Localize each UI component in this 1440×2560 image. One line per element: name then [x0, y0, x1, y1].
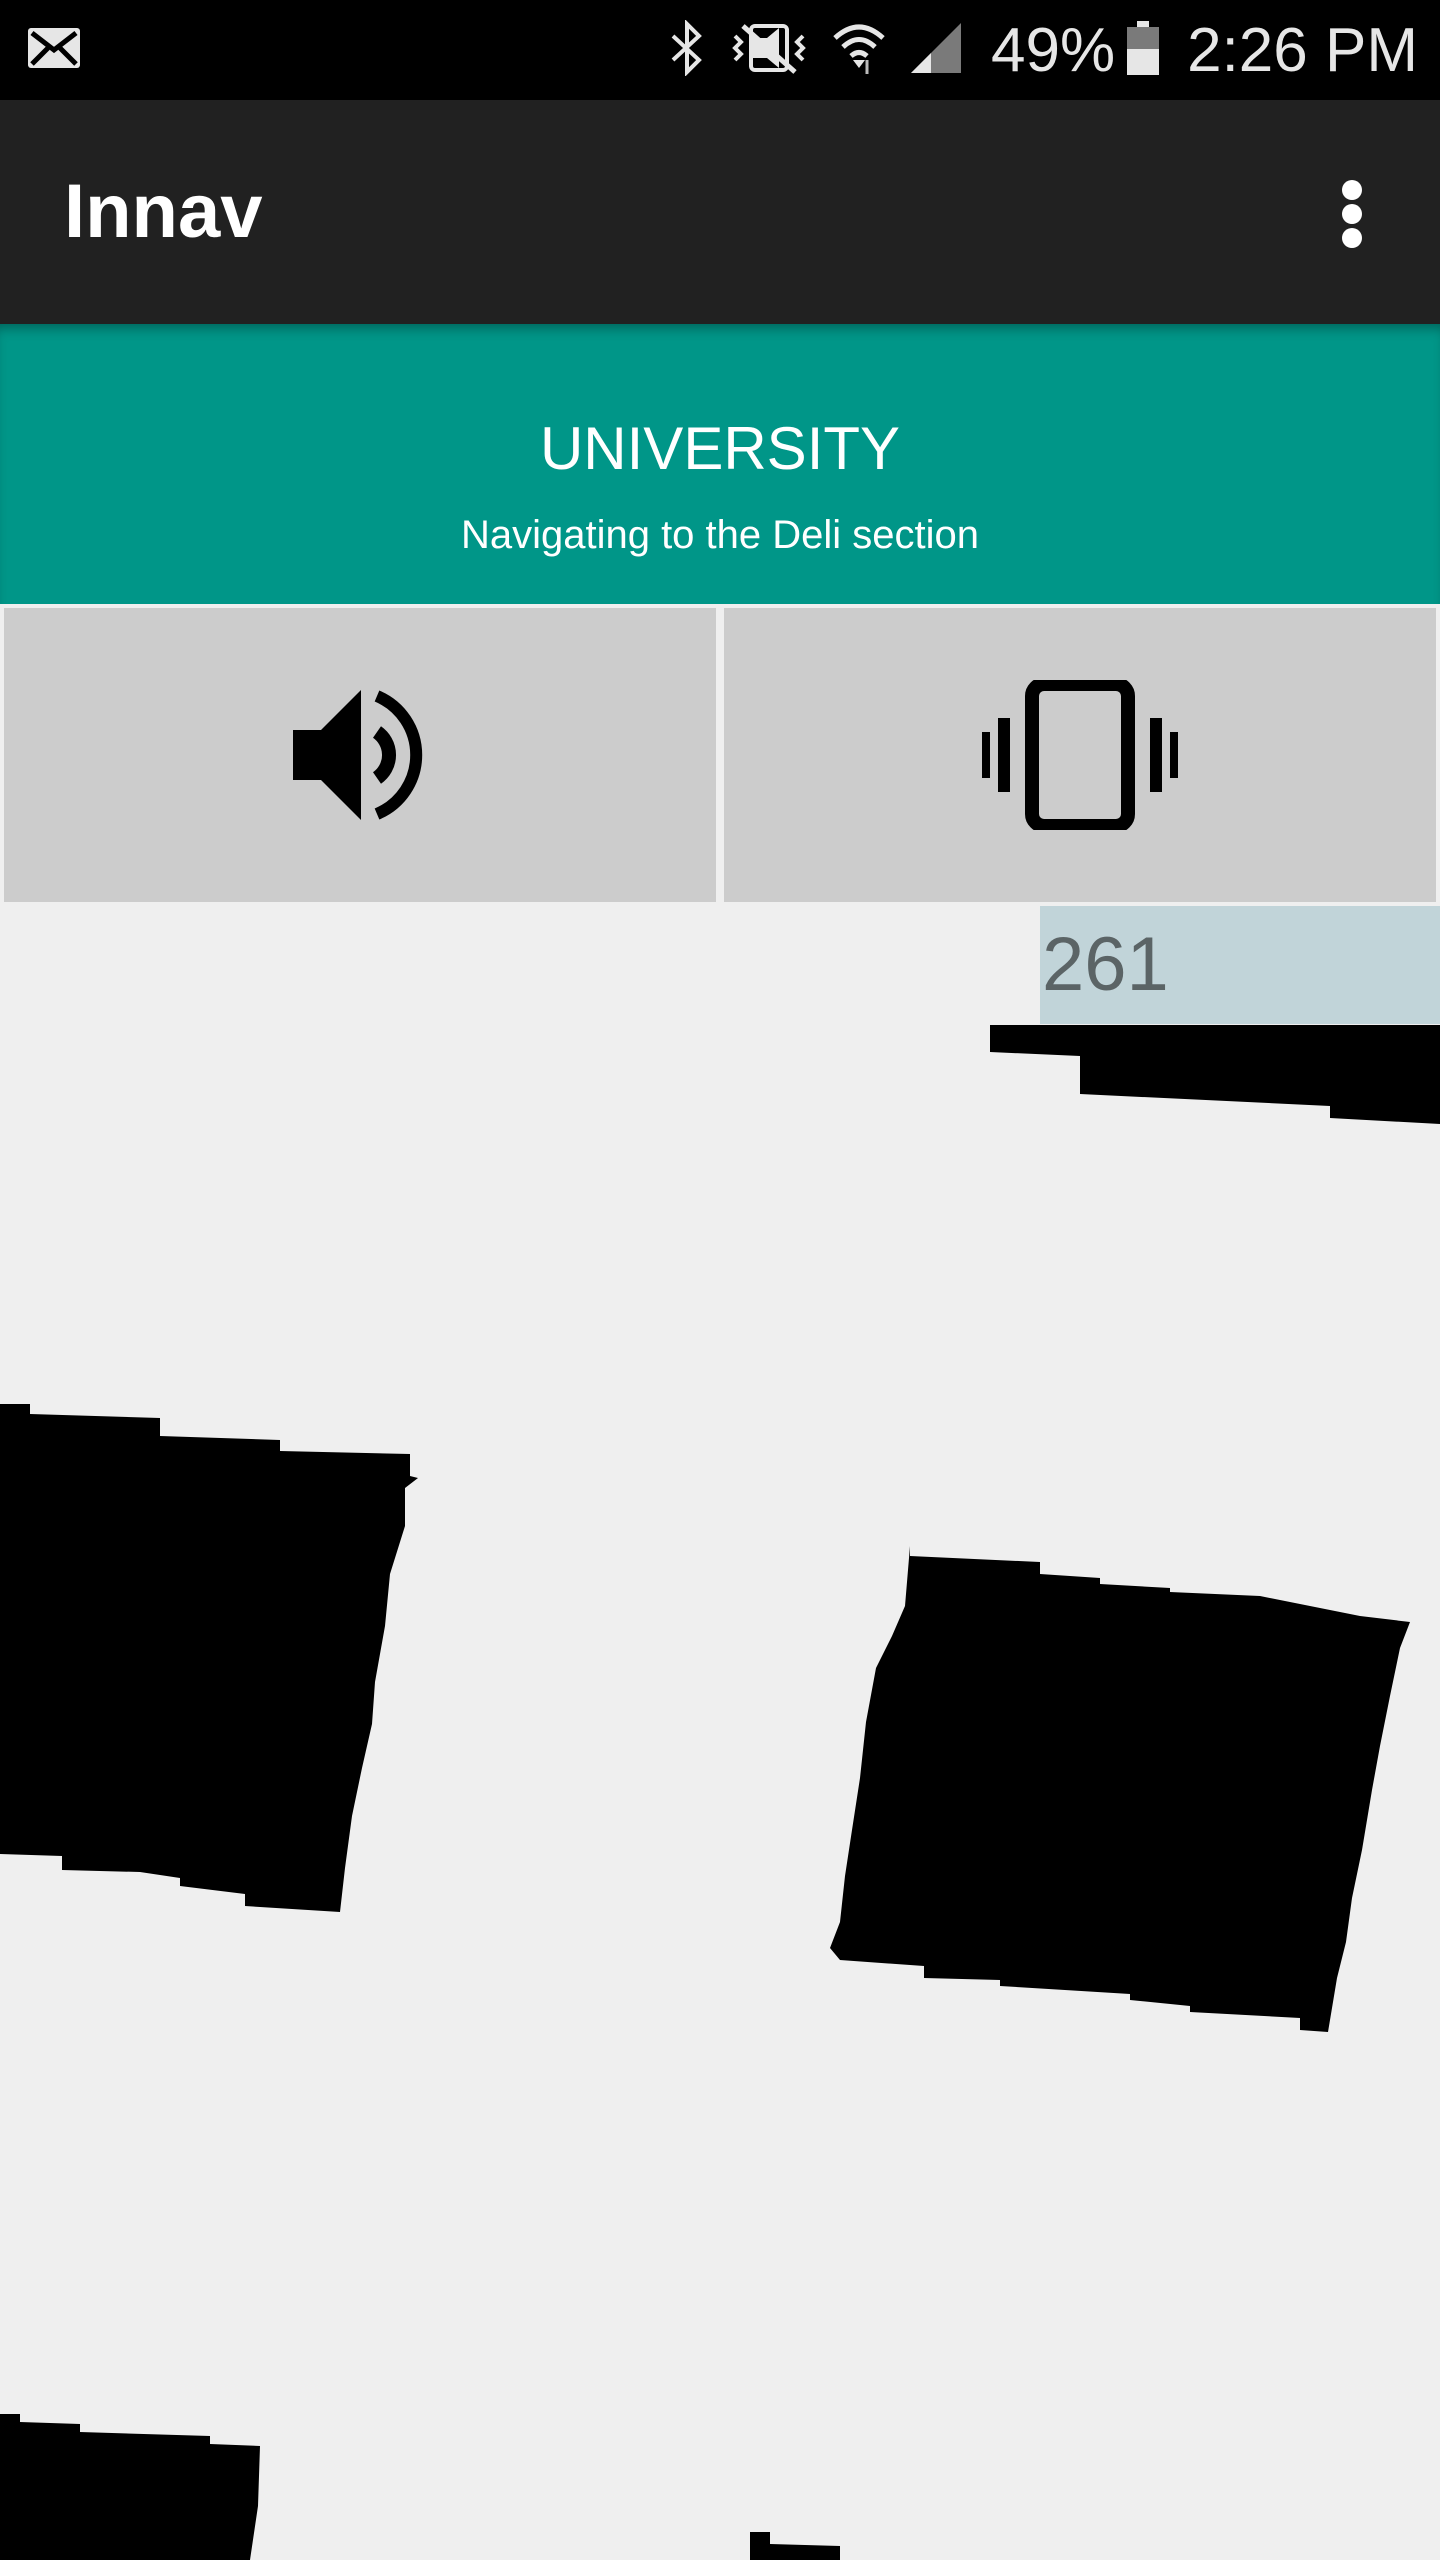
app-title: Innav: [64, 169, 263, 254]
screen: 49% 2:26 PM Innav UNIVERSITY Navigating …: [0, 0, 1440, 2560]
map-canvas: [0, 1025, 1440, 2560]
store-map[interactable]: 261: [0, 906, 1440, 2560]
shelf: [750, 2532, 840, 2560]
wifi-icon: [831, 20, 887, 81]
battery-icon: [1125, 19, 1161, 82]
store-name: UNIVERSITY: [539, 415, 901, 482]
signal-icon: [909, 21, 963, 80]
feedback-mode-buttons: [0, 604, 1440, 906]
navigation-status: Navigating to the Deli section: [460, 513, 980, 557]
battery-percent: 49%: [991, 15, 1116, 85]
status-icons: 49% 2:26 PM: [645, 0, 1418, 100]
bluetooth-icon: [667, 18, 707, 81]
more-vert-icon[interactable]: [1322, 174, 1382, 254]
vibrate-mute-icon: [729, 20, 809, 81]
destination-banner: UNIVERSITY Navigating to the Deli sectio…: [0, 324, 1440, 604]
status-bar: 49% 2:26 PM: [0, 0, 1440, 100]
vibrate-icon: [982, 680, 1178, 830]
action-bar: Innav: [0, 100, 1440, 324]
distance-value: 261: [1042, 922, 1169, 1007]
distance-display: 261: [1040, 906, 1440, 1024]
sound-mode-button[interactable]: [4, 608, 716, 902]
shelf: [0, 2414, 260, 2560]
email-icon: [26, 26, 82, 75]
clock: 2:26 PM: [1187, 15, 1418, 85]
vibrate-mode-button[interactable]: [724, 608, 1436, 902]
shelf: [0, 1404, 418, 1912]
speaker-icon: [293, 690, 423, 820]
shelf: [830, 1546, 1410, 2032]
shelf: [990, 1025, 1440, 1124]
